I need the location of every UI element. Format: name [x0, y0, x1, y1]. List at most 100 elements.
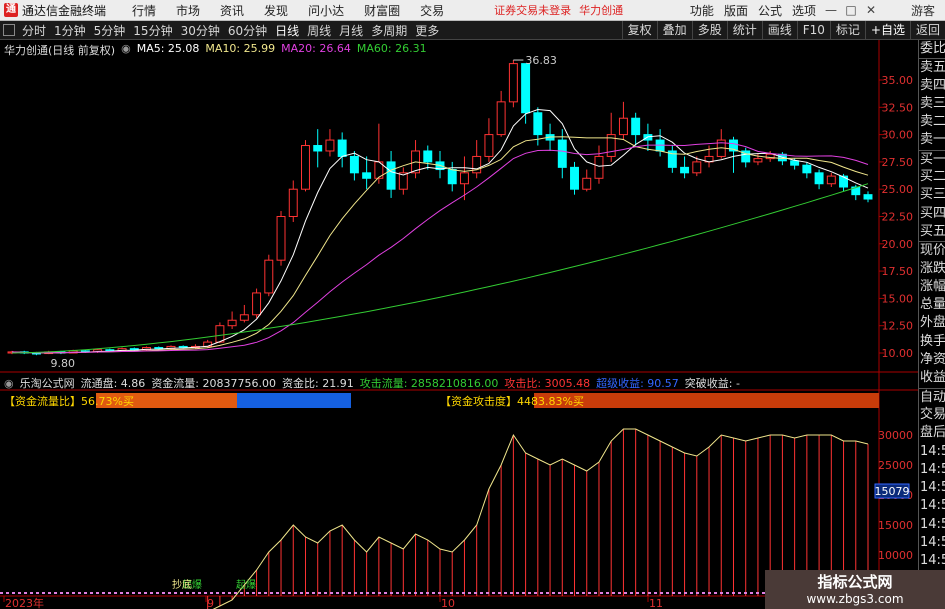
chart-area[interactable]: 35.00 32.50 30.00 27.50 25.00 22.50 20.00 17.50…: [0, 40, 918, 609]
back-button[interactable]: 返回: [909, 21, 945, 39]
candle-body: [802, 164, 812, 174]
menu-quotes[interactable]: 行情: [122, 2, 166, 19]
fund-flow-sell-bar: [237, 393, 351, 408]
period-30min[interactable]: 30分钟: [177, 22, 224, 39]
current-value-text: 15079: [875, 485, 910, 498]
menu-formula[interactable]: 公式: [753, 2, 787, 19]
watermark-url: www.zbgs3.com: [806, 592, 904, 606]
quote-row: 买五: [920, 223, 945, 239]
draw-line-button[interactable]: 画线: [761, 21, 797, 39]
attack-degree-bar: [534, 393, 879, 408]
quote-row: 卖四: [920, 77, 945, 93]
indicator-settings-icon[interactable]: ◉: [4, 377, 14, 390]
quote-row: 14:56: [920, 480, 945, 496]
candle-body: [423, 150, 433, 163]
candle-body: [839, 175, 849, 188]
y-tick-label: 22.50: [882, 211, 914, 224]
quote-row: 14:57: [920, 535, 945, 551]
add-watchlist-button[interactable]: +自选: [864, 21, 910, 39]
period-15min[interactable]: 15分钟: [129, 22, 176, 39]
overlay-button[interactable]: 叠加: [656, 21, 692, 39]
ma60-label: MA60: 26.31: [356, 42, 427, 55]
ma20-label: MA20: 26.64: [281, 42, 351, 55]
candle-body: [533, 112, 543, 136]
x-tick-label: 9: [207, 597, 214, 609]
quote-row: 14:56: [920, 498, 945, 514]
float-shares: 流通盘: 4.86: [80, 377, 146, 390]
guest-label[interactable]: 游客: [911, 2, 935, 19]
candle-body: [570, 166, 579, 190]
candle-body: [239, 314, 249, 321]
quote-row: 买三: [920, 187, 945, 203]
quote-row: 买四: [920, 205, 945, 221]
menu-market[interactable]: 市场: [166, 2, 210, 19]
quote-row: 外盘: [920, 315, 945, 331]
y-tick-label: 15.00: [882, 292, 914, 305]
menu-function[interactable]: 功能: [685, 2, 719, 19]
period-more[interactable]: 更多: [411, 22, 443, 39]
menu-options[interactable]: 选项: [787, 2, 821, 19]
menu-news[interactable]: 资讯: [210, 2, 254, 19]
quote-row: 涨幅: [920, 278, 945, 294]
ma-toggle-icon[interactable]: ◉: [121, 42, 131, 58]
period-weekly[interactable]: 周线: [303, 22, 335, 39]
candle-body: [362, 172, 372, 179]
high-price-label: 36.83: [525, 54, 557, 67]
minimize-icon[interactable]: —: [821, 3, 841, 17]
candle-body: [631, 117, 641, 136]
y-tick-label: 10.00: [882, 347, 914, 360]
close-icon[interactable]: ✕: [861, 3, 881, 17]
quote-panel[interactable]: 委比 卖五 卖四 卖三 卖二 卖一 买一 买二 买三 买四 买五 现价 涨跌 涨幅 总量 外盘 换手 净资 收益 自动…: [918, 40, 945, 609]
quote-row: 盘后: [920, 425, 945, 441]
toolbar-toggle-icon[interactable]: [3, 24, 15, 36]
candle-body: [692, 161, 702, 174]
candle-body: [313, 145, 323, 152]
menu-trade[interactable]: 交易: [410, 2, 454, 19]
indicator-name[interactable]: 乐淘公式网: [20, 375, 75, 391]
x-tick-label: 11: [649, 597, 663, 609]
fund-flow-ratio-label: 【资金流量比】56.73%买: [4, 395, 134, 408]
statistics-button[interactable]: 统计: [726, 21, 762, 39]
app-logo-icon: 通: [4, 3, 18, 17]
period-daily[interactable]: 日线: [271, 22, 303, 39]
restore-rights-button[interactable]: 复权: [621, 21, 657, 39]
quote-row: 换手: [920, 333, 945, 349]
menu-wealth[interactable]: 财富圈: [354, 2, 410, 19]
period-multi[interactable]: 多周期: [367, 22, 411, 39]
login-notice[interactable]: 证券交易未登录: [494, 2, 571, 18]
menu-discover[interactable]: 发现: [254, 2, 298, 19]
candle-body: [680, 166, 690, 174]
period-1min[interactable]: 1分钟: [50, 22, 90, 39]
quote-row: 14:56: [920, 443, 945, 459]
signal-label: 抄底: [172, 578, 192, 591]
period-60min[interactable]: 60分钟: [224, 22, 271, 39]
candle-body: [557, 139, 567, 168]
menu-ask[interactable]: 问小达: [298, 2, 354, 19]
quote-row: 买二: [920, 169, 945, 185]
quote-row: 14:57: [920, 553, 945, 569]
candle-body: [301, 145, 310, 190]
attack-flow: 攻击流量: 2858210816.00: [359, 377, 499, 390]
period-5min[interactable]: 5分钟: [90, 22, 130, 39]
candle-body: [337, 139, 347, 157]
candle-body: [215, 325, 225, 343]
trading-terminal: 通 通达信金融终端 行情 市场 资讯 发现 问小达 财富圈 交易 证券交易未登录…: [0, 0, 945, 609]
period-toolbar: 分时 1分钟 5分钟 15分钟 30分钟 60分钟 日线 周线 月线 多周期 更…: [0, 21, 945, 40]
f10-button[interactable]: F10: [796, 21, 830, 39]
period-intraday[interactable]: 分时: [18, 22, 50, 39]
candle-body: [594, 155, 604, 179]
low-price-label: 9.80: [50, 357, 74, 370]
quote-row: 14:56: [920, 516, 945, 532]
quote-row: 总量: [920, 297, 945, 313]
candle-body: [264, 259, 274, 294]
maximize-icon[interactable]: □: [841, 3, 861, 17]
menu-layout[interactable]: 版面: [719, 2, 753, 19]
candle-body: [521, 63, 531, 114]
multi-stock-button[interactable]: 多股: [691, 21, 727, 39]
super-return: 超级收益: 90.57: [596, 377, 679, 390]
mark-button[interactable]: 标记: [829, 21, 865, 39]
period-monthly[interactable]: 月线: [335, 22, 367, 39]
candle-body: [227, 319, 237, 327]
kline-chart-svg[interactable]: 35.00 32.50 30.00 27.50 25.00 22.50 20.00 17.50…: [0, 40, 918, 609]
indicator-header: ◉ 乐淘公式网 流通盘: 4.86 资金流量: 20837756.00 资金比:…: [0, 375, 880, 391]
